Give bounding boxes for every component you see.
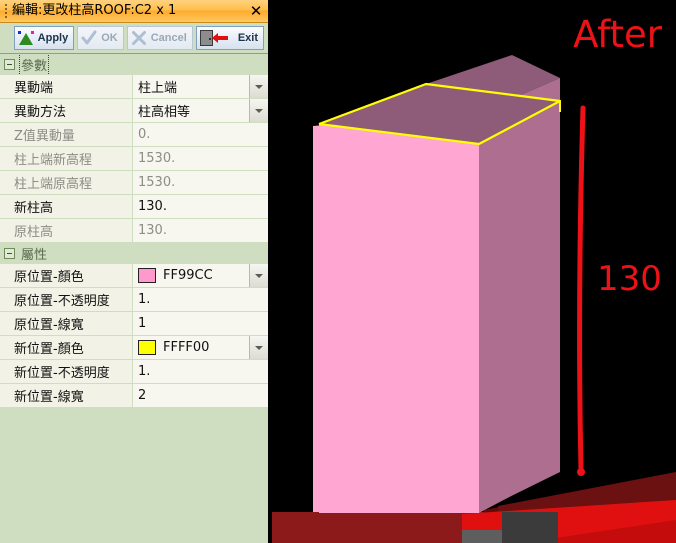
close-icon[interactable]: ✕ (244, 0, 268, 22)
chevron-down-icon[interactable] (249, 99, 268, 122)
property-name: 異動方法 (0, 99, 133, 122)
property-value[interactable]: FF99CC (133, 264, 268, 287)
property-value[interactable]: 柱上端 (133, 75, 268, 98)
property-value[interactable]: 1 (133, 312, 268, 335)
column-front-quad (319, 124, 479, 513)
check-icon (81, 30, 97, 46)
apply-triangle-icon (17, 30, 34, 46)
property-group-attributes[interactable]: 屬性 (0, 243, 268, 264)
slab-shadow-2 (462, 530, 502, 543)
property-name: 柱上端新高程 (0, 147, 133, 170)
property-group-label: 參數 (18, 54, 50, 76)
property-value: 130. (133, 219, 268, 242)
exit-door-icon (199, 30, 234, 46)
ok-button-label: OK (101, 32, 118, 44)
table-row[interactable]: 異動端 柱上端 (0, 75, 268, 99)
table-row[interactable]: 新位置-不透明度 1. (0, 360, 268, 384)
property-name: 原柱高 (0, 219, 133, 242)
panel-title: 編輯:更改柱高ROOF:C2 x 1 (12, 3, 177, 18)
table-row[interactable]: 原柱高 130. (0, 219, 268, 243)
table-row[interactable]: Z值異動量 0. (0, 123, 268, 147)
dimension-value-label: 130 (597, 259, 662, 299)
apply-button-label: Apply (37, 32, 69, 44)
property-name: 新位置-不透明度 (0, 360, 133, 383)
table-row[interactable]: 原位置-線寬 1 (0, 312, 268, 336)
exit-button[interactable]: Exit (195, 26, 264, 50)
property-value-text: 1. (138, 292, 151, 307)
property-value-text: 0. (138, 127, 151, 142)
collapse-icon[interactable] (4, 248, 15, 259)
table-row[interactable]: 原位置-顏色 FF99CC (0, 264, 268, 288)
property-value-text: 1530. (138, 175, 176, 190)
property-value: 1530. (133, 171, 268, 194)
property-name: 原位置-不透明度 (0, 288, 133, 311)
table-row[interactable]: 新柱高 130. (0, 195, 268, 219)
property-value: 1530. (133, 147, 268, 170)
table-row[interactable]: 新位置-顏色 FFFF00 (0, 336, 268, 360)
property-value-text: 1530. (138, 151, 176, 166)
ok-button[interactable]: OK (77, 26, 124, 50)
panel-title-bar[interactable]: 編輯:更改柱高ROOF:C2 x 1 ✕ (0, 0, 268, 23)
property-value[interactable]: 1. (133, 288, 268, 311)
dimension-end-point (577, 468, 585, 476)
property-group-parameters[interactable]: 參數 (0, 54, 268, 76)
3d-viewport[interactable]: After 130 (272, 0, 676, 543)
table-row[interactable]: 新位置-線寬 2 (0, 384, 268, 408)
property-name: 異動端 (0, 75, 133, 98)
table-row[interactable]: 柱上端新高程 1530. (0, 147, 268, 171)
edit-column-height-panel: 編輯:更改柱高ROOF:C2 x 1 ✕ Apply OK Cancel Exi… (0, 0, 270, 543)
table-row[interactable]: 柱上端原高程 1530. (0, 171, 268, 195)
property-name: 柱上端原高程 (0, 171, 133, 194)
property-value-text: 2 (138, 388, 147, 403)
table-row[interactable]: 異動方法 柱高相等 (0, 99, 268, 123)
property-value-text: 1. (138, 364, 151, 379)
exit-button-label: Exit (237, 32, 258, 44)
application-window: 編輯:更改柱高ROOF:C2 x 1 ✕ Apply OK Cancel Exi… (0, 0, 676, 543)
chevron-down-icon[interactable] (249, 75, 268, 98)
color-swatch (138, 340, 156, 355)
property-name: 原位置-線寬 (0, 312, 133, 335)
cancel-button[interactable]: Cancel (126, 26, 193, 50)
after-annotation-label: After (573, 13, 662, 56)
chevron-down-icon[interactable] (249, 336, 268, 359)
property-name: 新位置-顏色 (0, 336, 133, 359)
panel-toolbar: Apply OK Cancel Exit (0, 23, 268, 54)
table-row[interactable]: 原位置-不透明度 1. (0, 288, 268, 312)
slab-shadow (502, 512, 558, 543)
property-value-text: FFFF00 (163, 340, 210, 355)
color-swatch (138, 268, 156, 283)
property-name: Z值異動量 (0, 123, 133, 146)
chevron-down-icon[interactable] (249, 264, 268, 287)
property-value-text: 柱高相等 (138, 105, 191, 120)
property-name: 新柱高 (0, 195, 133, 218)
property-grid: 參數 異動端 柱上端 異動方法 柱高相等 Z值異動量 0. 柱上端新高程 153… (0, 53, 268, 543)
cancel-button-label: Cancel (150, 32, 187, 44)
property-value[interactable]: FFFF00 (133, 336, 268, 359)
property-value-text: 柱上端 (138, 81, 178, 96)
property-value[interactable]: 柱高相等 (133, 99, 268, 122)
property-name: 原位置-顏色 (0, 264, 133, 287)
property-name: 新位置-線寬 (0, 384, 133, 407)
property-value-text: 1 (138, 316, 147, 331)
collapse-icon[interactable] (4, 59, 15, 70)
property-value[interactable]: 2 (133, 384, 268, 407)
property-value[interactable]: 130. (133, 195, 268, 218)
drag-handle-icon[interactable] (2, 3, 10, 19)
close-x-icon (131, 30, 147, 46)
property-value[interactable]: 1. (133, 360, 268, 383)
dimension-leader-line (577, 105, 586, 473)
property-value-text: 130. (138, 199, 167, 214)
property-value: 0. (133, 123, 268, 146)
property-value-text: FF99CC (163, 268, 213, 283)
apply-button[interactable]: Apply (13, 26, 75, 50)
property-value-text: 130. (138, 223, 167, 238)
property-group-label: 屬性 (21, 248, 48, 263)
column-side-quad (479, 101, 560, 513)
